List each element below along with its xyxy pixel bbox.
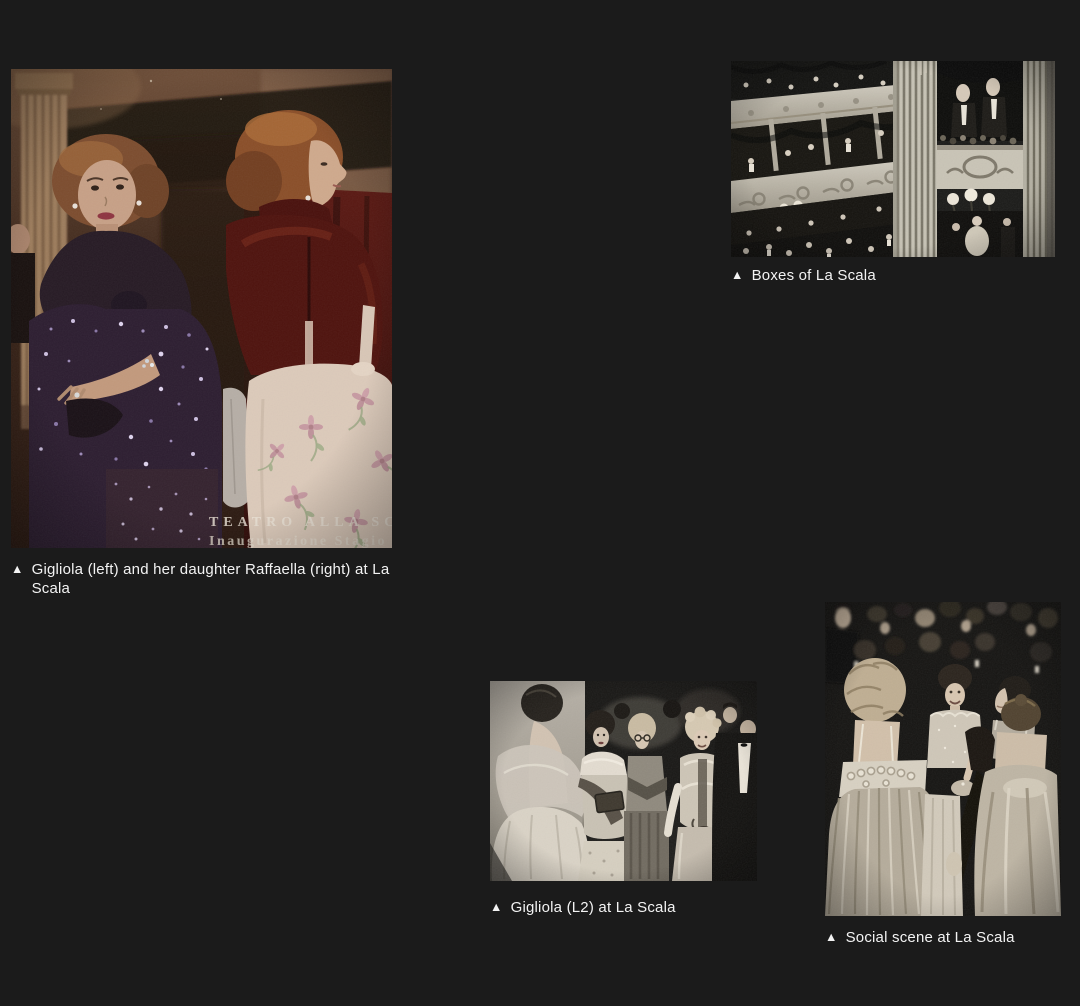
triangle-marker-icon: ▲ xyxy=(825,930,838,946)
figure-social-scene: ▲ Social scene at La Scala xyxy=(825,602,1061,948)
photo-social-scene xyxy=(825,602,1061,916)
figure-gigliola-l2: ▲ Gigliola (L2) at La Scala xyxy=(490,681,757,918)
photo-gigliola-l2 xyxy=(490,681,757,881)
caption-text: Boxes of La Scala xyxy=(752,267,876,286)
photo-gigliola-raffaella: TEATRO ALLA SC Inaugurazione Stagio xyxy=(11,69,392,548)
caption-text: Gigliola (left) and her daughter Raffael… xyxy=(32,561,392,599)
gallery-page: TEATRO ALLA SC Inaugurazione Stagio ▲ Gi… xyxy=(0,0,1080,1006)
caption-text: Gigliola (L2) at La Scala xyxy=(511,899,676,918)
photo-caption: ▲ Social scene at La Scala xyxy=(825,929,1061,948)
photo-caption: ▲ Gigliola (L2) at La Scala xyxy=(490,899,757,918)
triangle-marker-icon: ▲ xyxy=(490,900,503,916)
triangle-marker-icon: ▲ xyxy=(11,562,24,578)
figure-gigliola-raffaella: TEATRO ALLA SC Inaugurazione Stagio ▲ Gi… xyxy=(11,69,392,599)
caption-text: Social scene at La Scala xyxy=(846,929,1015,948)
photo-boxes-la-scala xyxy=(731,61,1055,257)
photo-caption: ▲ Boxes of La Scala xyxy=(731,267,1055,286)
photo-caption: ▲ Gigliola (left) and her daughter Raffa… xyxy=(11,561,392,599)
triangle-marker-icon: ▲ xyxy=(731,268,744,284)
figure-boxes-la-scala: ▲ Boxes of La Scala xyxy=(731,61,1055,286)
